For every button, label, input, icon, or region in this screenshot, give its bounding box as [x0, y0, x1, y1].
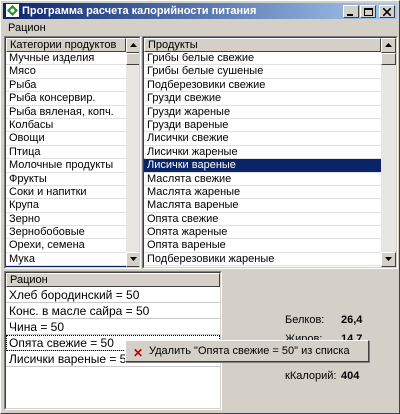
delete-menu-item[interactable]: ✕ Удалить "Опята свежие = 50" из списка	[129, 344, 350, 360]
minimize-button[interactable]	[343, 5, 359, 18]
product-item[interactable]: Лисички свежие	[144, 132, 381, 146]
categories-list[interactable]: Категории продуктов Мучные изделия Мясо Ры…	[4, 36, 141, 269]
product-item[interactable]: Грибы белые сушеные	[144, 65, 381, 79]
category-item[interactable]: Колбасы	[6, 119, 126, 133]
scroll-up-button[interactable]	[126, 38, 139, 53]
product-item[interactable]: Опята свежие	[144, 213, 381, 227]
ration-item[interactable]: Чина = 50	[6, 319, 220, 335]
close-icon	[383, 8, 391, 16]
category-item[interactable]: Мучные изделия	[6, 52, 126, 66]
ration-header[interactable]: Рацион	[6, 273, 220, 287]
products-scrollbar[interactable]	[381, 38, 396, 267]
product-item[interactable]: Маслята вареные	[144, 199, 381, 213]
products-header[interactable]: Продукты	[144, 38, 381, 52]
category-item[interactable]: Рыба	[6, 79, 126, 93]
context-menu: ✕ Удалить "Опята свежие = 50" из списка	[125, 340, 369, 362]
category-item[interactable]: Рыба консервир.	[6, 92, 126, 106]
minimize-icon	[347, 14, 353, 16]
product-item[interactable]: Маслята жареные	[144, 186, 381, 200]
scroll-down-button[interactable]	[126, 252, 139, 267]
category-item[interactable]: Мука	[6, 253, 126, 267]
scroll-thumb[interactable]	[381, 53, 396, 65]
product-item[interactable]: Подберезовики вареные	[144, 266, 381, 267]
category-item[interactable]: Грибы	[6, 266, 126, 267]
category-item[interactable]: Птица	[6, 146, 126, 160]
title-buttons	[342, 5, 395, 18]
product-item[interactable]: Лисички вареные	[144, 159, 381, 173]
category-item[interactable]: Зернобобовые	[6, 226, 126, 240]
product-item[interactable]: Маслята свежие	[144, 173, 381, 186]
title-bar[interactable]: Программа расчета калорийности питания	[3, 3, 397, 19]
window-title: Программа расчета калорийности питания	[22, 5, 257, 17]
menu-bar: Рацион	[3, 20, 397, 36]
product-item[interactable]: Грибы белые свежие	[144, 52, 381, 66]
arrow-up-icon	[385, 43, 392, 47]
category-item[interactable]: Рыба вяленая, копч.	[6, 106, 126, 119]
category-item[interactable]: Овощи	[6, 132, 126, 146]
categories-header[interactable]: Категории продуктов	[6, 38, 126, 52]
product-item[interactable]: Подберезовики свежие	[144, 79, 381, 93]
category-item[interactable]: Зерно	[6, 213, 126, 227]
product-item[interactable]: Грузди жареные	[144, 106, 381, 119]
category-item[interactable]: Фрукты	[6, 173, 126, 186]
product-item[interactable]: Грузди вареные	[144, 119, 381, 133]
delete-icon: ✕	[133, 346, 144, 360]
arrow-down-icon	[130, 257, 137, 261]
category-item[interactable]: Крупа	[6, 199, 126, 213]
products-list[interactable]: Продукты Грибы белые свежие Грибы белые с…	[142, 36, 398, 269]
scroll-down-button[interactable]	[381, 252, 396, 267]
ration-item[interactable]: Хлеб бородинский = 50	[6, 287, 220, 303]
product-item[interactable]: Опята вареные	[144, 239, 381, 253]
protein-label: Белков:	[285, 314, 325, 326]
category-item[interactable]: Орехи, семена	[6, 239, 126, 253]
product-item[interactable]: Опята жареные	[144, 226, 381, 240]
product-item[interactable]: Грузди свежие	[144, 92, 381, 106]
ration-item[interactable]: Конс. в масле сайра = 50	[6, 303, 220, 319]
category-item[interactable]: Соки и напитки	[6, 186, 126, 200]
close-button[interactable]	[379, 5, 395, 18]
product-item[interactable]: Лисички жареные	[144, 146, 381, 160]
categories-scrollbar[interactable]	[126, 38, 139, 267]
category-item[interactable]: Молочные продукты	[6, 159, 126, 173]
menu-ration[interactable]: Рацион	[8, 20, 46, 36]
product-item[interactable]: Подберезовики жареные	[144, 253, 381, 267]
kcal-label: кКалорий:	[285, 370, 337, 382]
delete-menu-label: Удалить "Опята свежие = 50" из списка	[149, 345, 350, 357]
maximize-icon	[364, 8, 373, 16]
arrow-up-icon	[130, 43, 137, 47]
category-item[interactable]: Мясо	[6, 65, 126, 79]
kcal-value: 404	[341, 370, 360, 382]
scroll-thumb[interactable]	[126, 53, 139, 65]
main-window: Программа расчета калорийности питания Р…	[0, 0, 400, 414]
protein-value: 26,4	[341, 314, 363, 326]
app-icon	[6, 4, 19, 17]
scroll-up-button[interactable]	[381, 38, 396, 53]
maximize-button[interactable]	[360, 5, 376, 18]
arrow-down-icon	[385, 257, 392, 261]
